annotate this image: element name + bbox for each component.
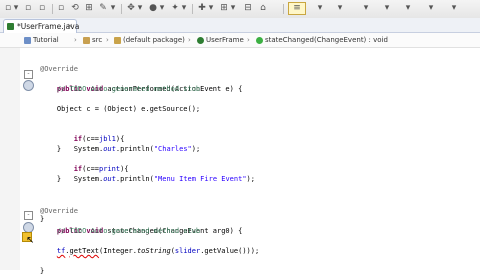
edit-icon[interactable]: ✎: [98, 3, 108, 14]
code-editor[interactable]: @Override public void actionPerformed(Ac…: [34, 48, 480, 275]
breadcrumb-package[interactable]: (default package): [123, 33, 185, 47]
edit-dropdown-icon[interactable]: ▾: [110, 3, 116, 14]
code-line: Object c = (Object) e.getSource();: [40, 105, 201, 113]
new-class-icon[interactable]: ⊞: [219, 3, 229, 14]
toolbar-separator: [52, 4, 53, 14]
debug-dropdown-icon[interactable]: ▾: [137, 3, 143, 14]
external-tools-icon[interactable]: ✦: [170, 3, 180, 14]
print-icon[interactable]: ▫: [56, 3, 66, 14]
home-icon[interactable]: ⌂: [258, 3, 268, 14]
toolbar-separator: [121, 4, 122, 14]
refresh-icon[interactable]: ⟲: [70, 3, 80, 14]
breadcrumb-separator: ›: [247, 36, 250, 44]
external-tools-dropdown-icon[interactable]: ▾: [181, 3, 187, 14]
toolbar-dropdown-icon[interactable]: ▾: [336, 3, 344, 14]
code-line: if(c==jbl1){: [56, 135, 125, 143]
fold-toggle-icon[interactable]: -: [24, 70, 33, 79]
code-line: @Override: [40, 65, 78, 73]
new-dropdown-icon[interactable]: ▾: [13, 3, 19, 14]
code-line: }: [40, 175, 62, 183]
code-line: // TODO Auto-generated method stub: [40, 227, 201, 235]
package-icon: [114, 37, 121, 44]
breadcrumb: Tutorial › src › (default package) › Use…: [0, 33, 480, 48]
method-icon: [256, 37, 263, 44]
new-class-dropdown-icon[interactable]: ▾: [230, 3, 236, 14]
code-line: public void actionPerformed(ActionEvent …: [56, 85, 243, 93]
source-folder-icon: [83, 37, 90, 44]
project-icon: [24, 37, 31, 44]
fold-toggle-icon[interactable]: -: [24, 211, 33, 220]
override-marker-icon: [23, 80, 34, 91]
code-line: // TODO Auto-generated method stub: [40, 85, 201, 93]
toolbar-separator: [192, 4, 193, 14]
run-dropdown-icon[interactable]: ▾: [159, 3, 165, 14]
breadcrumb-separator: ›: [74, 36, 77, 44]
code-line: @Override: [40, 207, 78, 215]
breadcrumb-class[interactable]: UserFrame: [206, 33, 244, 47]
code-line: System.out.println("Charles");: [73, 145, 201, 153]
toolbar-separator: [283, 4, 284, 14]
breadcrumb-src[interactable]: src: [92, 33, 102, 47]
open-perspective-icon[interactable]: ⊟: [243, 3, 253, 14]
tab-userframe-java[interactable]: *UserFrame.java ×: [3, 19, 79, 33]
new-package-dropdown-icon[interactable]: ▾: [208, 3, 214, 14]
toolbar-dropdown-icon[interactable]: ▾: [427, 3, 435, 14]
code-line: }: [40, 145, 62, 153]
breadcrumb-project[interactable]: Tutorial: [33, 33, 59, 47]
toggle-mark-occurrences-icon[interactable]: ≡: [288, 2, 306, 15]
code-line: }: [40, 267, 45, 275]
run-icon[interactable]: ●: [148, 3, 158, 14]
toolbar-dropdown-icon[interactable]: ▾: [316, 3, 324, 14]
class-icon: [197, 37, 204, 44]
toolbar-dropdown-icon[interactable]: ▾: [404, 3, 412, 14]
breadcrumb-separator: ›: [188, 36, 191, 44]
editor-gutter: [0, 48, 21, 270]
toolbar-dropdown-icon[interactable]: ▾: [383, 3, 391, 14]
breadcrumb-separator: ›: [106, 36, 109, 44]
code-line: tf.getText(Integer.toString(slider.getVa…: [56, 247, 260, 255]
code-line: System.out.println("Menu Item Fire Event…: [73, 175, 255, 183]
new-package-icon[interactable]: ✚: [197, 3, 207, 14]
save-all-icon[interactable]: ▫: [37, 3, 47, 14]
toolbar-dropdown-icon[interactable]: ▾: [362, 3, 370, 14]
main-toolbar: ▫ ▾ ▫ ▫ ▫ ⟲ ⊞ ✎ ▾ ✥ ▾ ● ▾ ✦ ▾ ✚ ▾ ⊞ ▾ ⊟ …: [0, 0, 480, 19]
java-file-icon: [7, 23, 14, 30]
new-icon[interactable]: ▫: [3, 3, 13, 14]
open-type-icon[interactable]: ⊞: [84, 3, 94, 14]
debug-icon[interactable]: ✥: [126, 3, 136, 14]
editor-tab-bar: *UserFrame.java ×: [0, 18, 480, 33]
close-icon[interactable]: ×: [67, 20, 73, 33]
breadcrumb-method[interactable]: stateChanged(ChangeEvent) : void: [265, 33, 388, 47]
toolbar-dropdown-icon[interactable]: ▾: [450, 3, 458, 14]
code-line: public void stateChanged(ChangeEvent arg…: [56, 227, 243, 235]
save-icon[interactable]: ▫: [23, 3, 33, 14]
code-line: if(c==print){: [56, 165, 129, 173]
